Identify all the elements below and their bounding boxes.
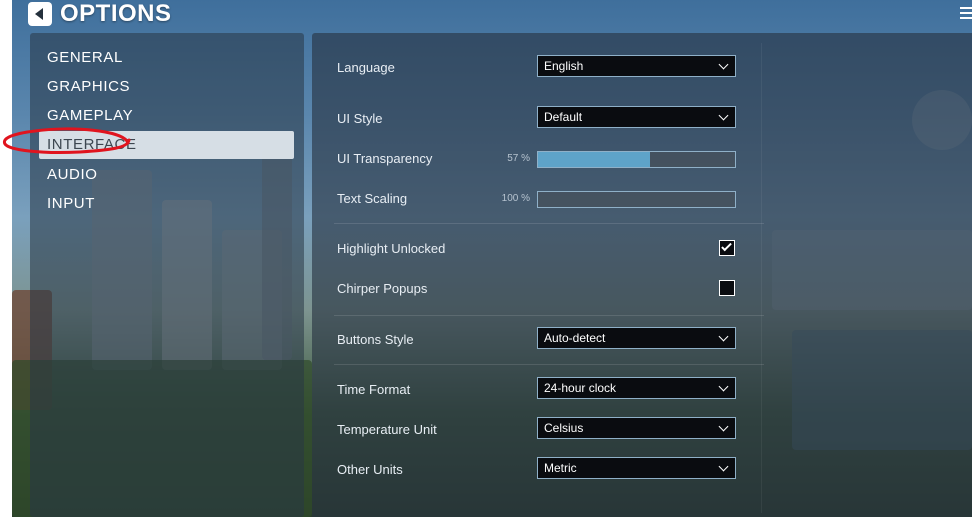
category-gameplay[interactable]: GAMEPLAY [39,102,294,130]
divider [334,223,764,224]
chirper-popups-checkbox[interactable] [719,280,735,296]
menu-icon[interactable] [960,4,972,24]
setting-text-scaling: Text Scaling 100 % [312,184,762,214]
highlight-unlocked-checkbox[interactable] [719,240,735,256]
other-units-dropdown[interactable]: Metric [537,457,736,479]
category-general[interactable]: GENERAL [39,44,294,72]
ui-transparency-label: UI Transparency [337,151,433,166]
time-format-value: 24-hour clock [544,381,617,395]
chevron-down-icon [718,461,729,472]
other-units-value: Metric [544,461,577,475]
ui-transparency-value: 57 % [507,153,530,164]
time-format-label: Time Format [337,382,411,397]
ui-transparency-slider[interactable] [537,151,736,168]
temperature-unit-dropdown[interactable]: Celsius [537,417,736,439]
chevron-down-icon [718,421,729,432]
category-graphics[interactable]: GRAPHICS [39,73,294,101]
setting-chirper-popups: Chirper Popups [312,274,762,304]
buttons-style-value: Auto-detect [544,331,606,345]
language-label: Language [337,60,395,75]
setting-buttons-style: Buttons Style Auto-detect [312,325,762,355]
page-title: OPTIONS [60,0,172,27]
setting-other-units: Other Units Metric [312,455,762,485]
chevron-down-icon [718,110,729,121]
category-panel: GENERAL GRAPHICS GAMEPLAY INTERFACE AUDI… [30,33,304,517]
ui-style-value: Default [544,110,583,124]
setting-language: Language English [312,53,762,83]
setting-ui-style: UI Style Default [312,104,762,134]
other-units-label: Other Units [337,462,403,477]
divider [334,315,764,316]
buttons-style-label: Buttons Style [337,332,414,347]
temperature-unit-label: Temperature Unit [337,422,437,437]
text-scaling-slider[interactable] [537,191,736,208]
chevron-down-icon [718,331,729,342]
chevron-down-icon [718,381,729,392]
divider [334,364,764,365]
chevron-down-icon [718,59,729,70]
time-format-dropdown[interactable]: 24-hour clock [537,377,736,399]
setting-time-format: Time Format 24-hour clock [312,375,762,405]
settings-panel: Language English UI Style Default UI Tra… [312,33,972,517]
back-arrow-icon[interactable] [28,2,52,26]
slider-fill [538,152,651,167]
temperature-unit-value: Celsius [544,421,584,435]
chirper-popups-label: Chirper Popups [337,281,428,296]
language-dropdown[interactable]: English [537,55,736,77]
ui-style-dropdown[interactable]: Default [537,106,736,128]
setting-highlight-unlocked: Highlight Unlocked [312,234,762,264]
checkmark-icon [721,240,732,252]
ui-style-label: UI Style [337,111,383,126]
text-scaling-value: 100 % [501,193,530,204]
buttons-style-dropdown[interactable]: Auto-detect [537,327,736,349]
category-input[interactable]: INPUT [39,190,294,218]
language-value: English [544,59,584,73]
setting-ui-transparency: UI Transparency 57 % [312,144,762,174]
category-interface[interactable]: INTERFACE [39,131,294,159]
highlight-unlocked-label: Highlight Unlocked [337,241,446,256]
setting-temperature-unit: Temperature Unit Celsius [312,415,762,445]
category-audio[interactable]: AUDIO [39,161,294,189]
options-header: OPTIONS [28,0,172,28]
text-scaling-label: Text Scaling [337,191,408,206]
